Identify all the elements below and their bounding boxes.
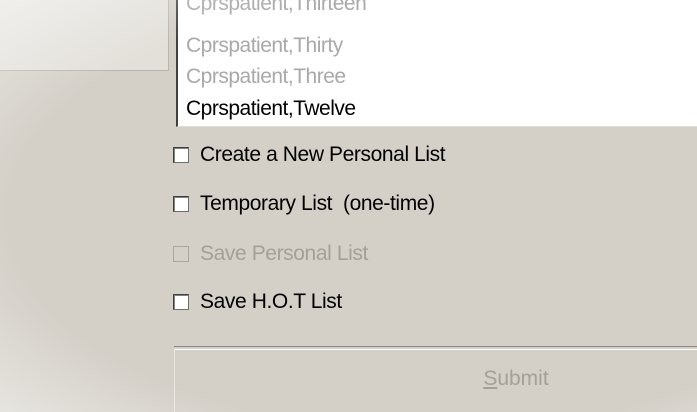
temporary-list-checkbox[interactable] (173, 196, 189, 212)
submit-label: ubmit (497, 367, 549, 390)
list-item[interactable]: Cprspatient,Three (186, 65, 346, 89)
create-new-checkbox[interactable] (173, 147, 189, 163)
temporary-list-option[interactable]: Temporary List (one-time) (173, 192, 435, 216)
create-new-personal-list-option[interactable]: Create a New Personal List (173, 143, 446, 167)
submit-accesskey: S (483, 367, 498, 390)
footer-panel (174, 349, 697, 412)
save-personal-label: Save Personal List (200, 242, 368, 265)
list-item[interactable]: Cprspatient,Twelve (186, 97, 356, 121)
save-hot-list-option[interactable]: Save H.O.T List (173, 290, 342, 314)
save-personal-checkbox (173, 246, 189, 262)
save-hot-checkbox[interactable] (173, 294, 189, 310)
list-item[interactable]: Cprspatient,Thirty (186, 34, 343, 58)
create-new-label: Create a New Personal List (200, 143, 446, 166)
save-hot-label: Save H.O.T List (200, 290, 342, 313)
list-item[interactable]: Cprspatient,Thirteen (186, 0, 367, 16)
save-personal-list-option: Save Personal List (173, 242, 368, 266)
left-panel (0, 0, 169, 71)
patient-listbox[interactable]: Cprspatient,Thirteen Cprspatient,Thirty … (176, 0, 697, 127)
submit-button[interactable]: Submit (461, 364, 571, 394)
temporary-list-label: Temporary List (one-time) (200, 192, 435, 215)
